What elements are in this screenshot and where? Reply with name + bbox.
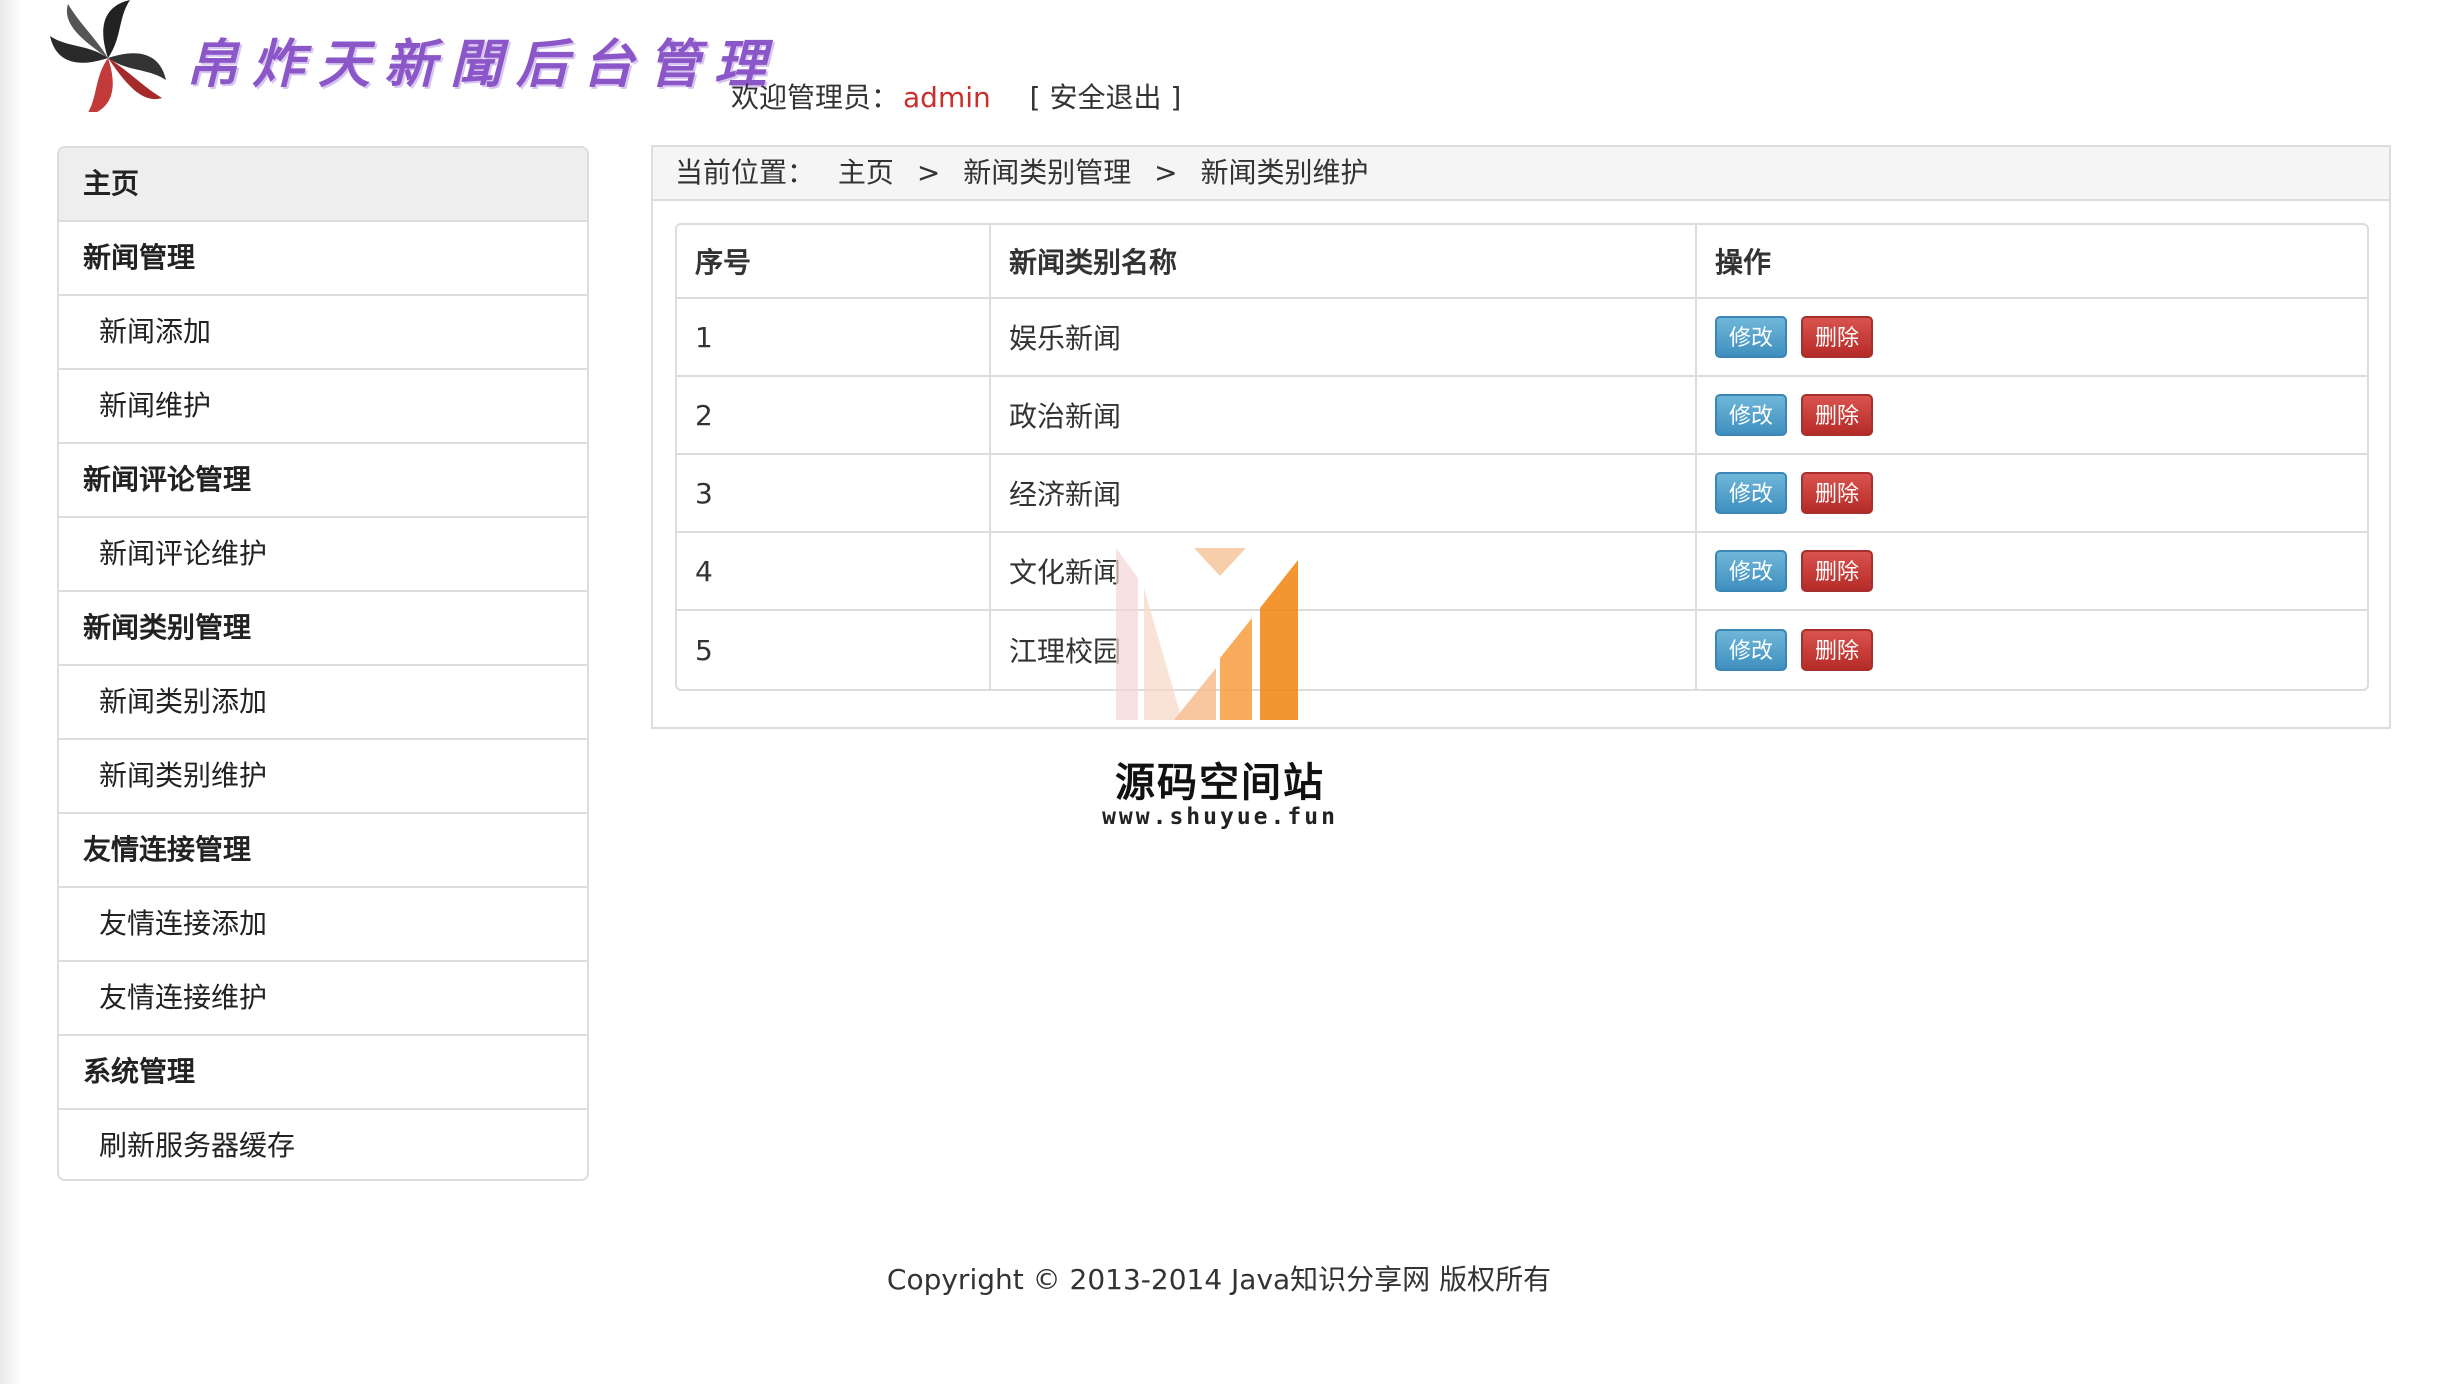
logout-link[interactable]: [ 安全退出 ] (1030, 81, 1182, 114)
row-actions: 修改 删除 (1697, 377, 2367, 453)
row-id: 2 (677, 377, 991, 453)
delete-button[interactable]: 删除 (1801, 550, 1874, 592)
page-left-shadow (0, 0, 22, 1384)
sidebar-item-home[interactable]: 主页 (59, 148, 587, 222)
row-actions: 修改 删除 (1697, 533, 2367, 609)
sidebar-item-link-maintain[interactable]: 友情连接维护 (59, 962, 587, 1036)
sidebar-group-categories[interactable]: 新闻类别管理 (59, 592, 587, 666)
delete-button[interactable]: 删除 (1801, 394, 1874, 436)
table-header-row: 序号 新闻类别名称 操作 (677, 225, 2367, 299)
row-category-name: 江理校园 (991, 611, 1697, 689)
username: admin (903, 81, 991, 114)
table-row: 1 娱乐新闻 修改 删除 (677, 299, 2367, 377)
row-id: 4 (677, 533, 991, 609)
sidebar-item-category-add[interactable]: 新闻类别添加 (59, 666, 587, 740)
delete-button[interactable]: 删除 (1801, 472, 1874, 514)
edit-button[interactable]: 修改 (1715, 472, 1788, 514)
row-category-name: 文化新闻 (991, 533, 1697, 609)
edit-button[interactable]: 修改 (1715, 316, 1788, 358)
breadcrumb-item-current: 新闻类别维护 (1200, 156, 1369, 189)
sidebar-item-news-add[interactable]: 新闻添加 (59, 296, 587, 370)
sidebar-group-comments[interactable]: 新闻评论管理 (59, 444, 587, 518)
sidebar-nav: 主页 新闻管理 新闻添加 新闻维护 新闻评论管理 新闻评论维护 新闻类别管理 新… (57, 146, 589, 1181)
welcome-bar: 欢迎管理员： admin [ 安全退出 ] (731, 76, 1181, 116)
welcome-prefix: 欢迎管理员： (731, 81, 900, 114)
category-table: 序号 新闻类别名称 操作 1 娱乐新闻 修改 删除 2 政治新闻 修改 删除 3… (675, 223, 2369, 691)
row-actions: 修改 删除 (1697, 455, 2367, 531)
content-panel: 当前位置： 主页 > 新闻类别管理 > 新闻类别维护 序号 新闻类别名称 操作 … (651, 145, 2391, 729)
edit-button[interactable]: 修改 (1715, 629, 1788, 671)
row-actions: 修改 删除 (1697, 299, 2367, 375)
breadcrumb-item-home[interactable]: 主页 (838, 156, 894, 189)
sidebar-item-category-maintain[interactable]: 新闻类别维护 (59, 740, 587, 814)
edit-button[interactable]: 修改 (1715, 550, 1788, 592)
table-row: 2 政治新闻 修改 删除 (677, 377, 2367, 455)
column-header-actions: 操作 (1715, 246, 1772, 279)
row-id: 3 (677, 455, 991, 531)
row-category-name: 娱乐新闻 (991, 299, 1697, 375)
edit-button[interactable]: 修改 (1715, 394, 1788, 436)
site-title: 帛炸天新聞后台管理 (186, 34, 781, 95)
footer-copyright: Copyright © 2013-2014 Java知识分享网 版权所有 (886, 1263, 1552, 1296)
column-header-id: 序号 (677, 225, 991, 297)
row-category-name: 经济新闻 (991, 455, 1697, 531)
sidebar-item-news-maintain[interactable]: 新闻维护 (59, 370, 587, 444)
sidebar-group-links[interactable]: 友情连接管理 (59, 814, 587, 888)
sidebar-group-news[interactable]: 新闻管理 (59, 222, 587, 296)
sidebar-item-refresh-cache[interactable]: 刷新服务器缓存 (59, 1110, 587, 1179)
sidebar-group-system[interactable]: 系统管理 (59, 1036, 587, 1110)
delete-button[interactable]: 删除 (1801, 316, 1874, 358)
row-id: 5 (677, 611, 991, 689)
breadcrumb: 当前位置： 主页 > 新闻类别管理 > 新闻类别维护 (653, 147, 2389, 201)
column-header-name: 新闻类别名称 (991, 225, 1697, 297)
delete-button[interactable]: 删除 (1801, 629, 1874, 671)
sidebar-item-link-add[interactable]: 友情连接添加 (59, 888, 587, 962)
row-category-name: 政治新闻 (991, 377, 1697, 453)
pinwheel-logo-icon (50, 0, 166, 112)
breadcrumb-separator: > (1154, 156, 1178, 189)
breadcrumb-separator: > (916, 156, 941, 189)
sidebar-item-comments-maintain[interactable]: 新闻评论维护 (59, 518, 587, 592)
breadcrumb-prefix: 当前位置： (675, 156, 816, 189)
watermark-logo-icon (1116, 548, 1298, 720)
watermark-title: 源码空间站 (1115, 760, 1325, 806)
row-actions: 修改 删除 (1697, 611, 2367, 689)
watermark-url: www.shuyue.fun (1102, 804, 1338, 830)
table-row: 5 江理校园 修改 删除 (677, 611, 2367, 689)
table-row: 3 经济新闻 修改 删除 (677, 455, 2367, 533)
row-id: 1 (677, 299, 991, 375)
table-row: 4 文化新闻 修改 删除 (677, 533, 2367, 611)
breadcrumb-item-category-mgmt[interactable]: 新闻类别管理 (963, 156, 1131, 189)
